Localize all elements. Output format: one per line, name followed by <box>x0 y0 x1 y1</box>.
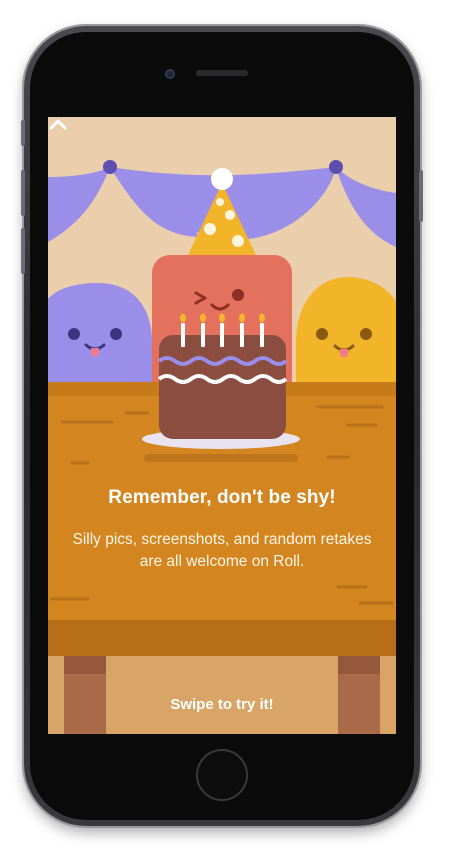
mute-switch <box>21 120 25 146</box>
bunting-knot-left <box>103 160 117 174</box>
home-button[interactable] <box>196 749 248 801</box>
earpiece-speaker <box>196 70 248 76</box>
volume-down-button <box>21 228 25 274</box>
onboarding-screen[interactable]: Remember, don't be shy! Silly pics, scre… <box>48 117 396 734</box>
front-camera <box>165 69 175 79</box>
power-button <box>419 170 423 222</box>
swipe-to-try-label[interactable]: Swipe to try it! <box>48 696 396 713</box>
onboarding-title: Remember, don't be shy! <box>108 487 336 508</box>
floor <box>48 656 396 734</box>
party-illustration <box>48 117 396 734</box>
volume-up-button <box>21 170 25 216</box>
bunting-knot-right <box>329 160 343 174</box>
chevron-up-icon[interactable] <box>48 117 68 131</box>
onboarding-subtitle: Silly pics, screenshots, and random reta… <box>72 531 372 570</box>
